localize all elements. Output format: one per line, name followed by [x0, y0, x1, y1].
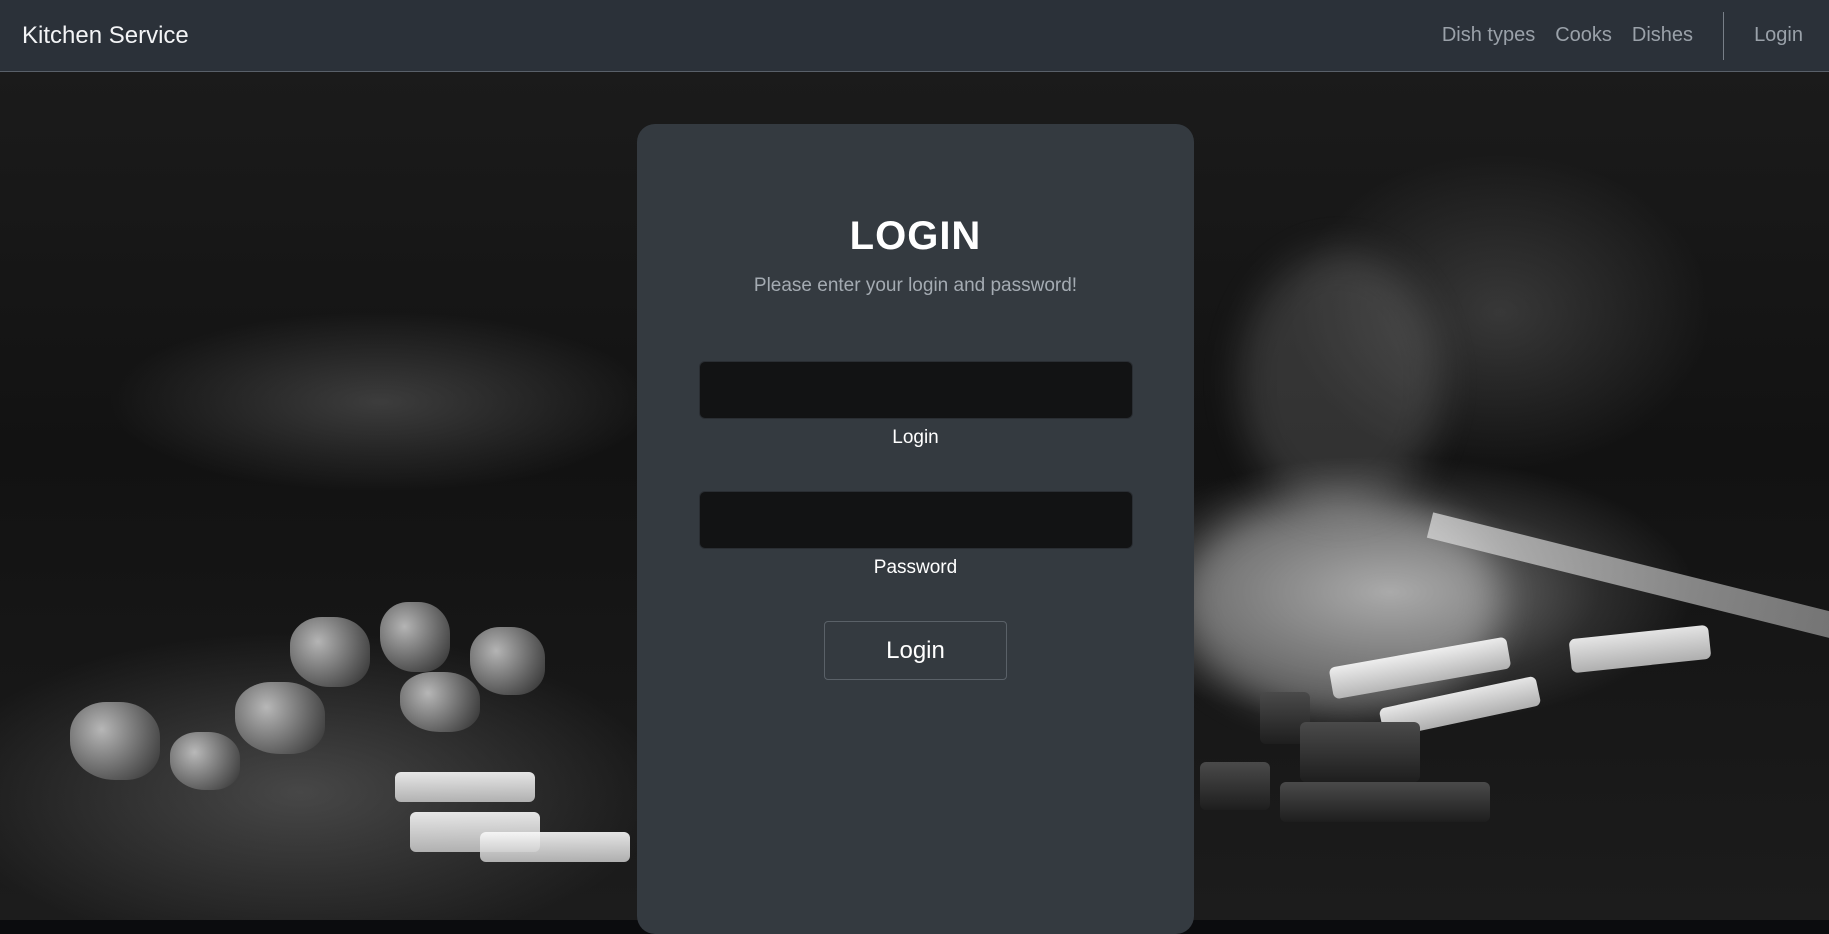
nav-link-login[interactable]: Login [1754, 24, 1803, 47]
password-label: Password [873, 557, 958, 578]
food-chunk [470, 627, 545, 695]
food-chunk [70, 702, 160, 780]
nav-link-dish-types[interactable]: Dish types [1442, 24, 1535, 47]
food-chunk [1300, 722, 1420, 782]
login-title: LOGIN [849, 214, 982, 258]
food-chunk [1200, 762, 1270, 810]
onion-slice [480, 832, 630, 862]
login-label: Login [892, 427, 939, 448]
login-button[interactable]: Login [824, 621, 1007, 680]
food-chunk [1280, 782, 1490, 822]
password-input[interactable] [698, 491, 1133, 549]
nav-divider [1723, 11, 1725, 60]
nav-link-dishes[interactable]: Dishes [1632, 24, 1693, 47]
password-field-group: Password [637, 491, 1194, 579]
food-chunk [400, 672, 480, 732]
food-chunk [290, 617, 370, 687]
nav-link-cooks[interactable]: Cooks [1555, 24, 1612, 47]
login-subtitle: Please enter your login and password! [753, 275, 1078, 296]
login-card: LOGIN Please enter your login and passwo… [637, 124, 1194, 934]
food-chunk [170, 732, 240, 790]
top-navbar: Kitchen Service Dish types Cooks Dishes … [0, 0, 1829, 72]
food-chunk [380, 602, 450, 672]
steam [1240, 252, 1440, 512]
nav-links: Dish types Cooks Dishes Login [1422, 0, 1807, 71]
login-field-group: Login [637, 361, 1194, 449]
food-chunk [235, 682, 325, 754]
onion-slice [1568, 624, 1712, 674]
login-input[interactable] [698, 361, 1133, 419]
onion-slice [395, 772, 535, 802]
brand-link[interactable]: Kitchen Service [22, 22, 189, 50]
